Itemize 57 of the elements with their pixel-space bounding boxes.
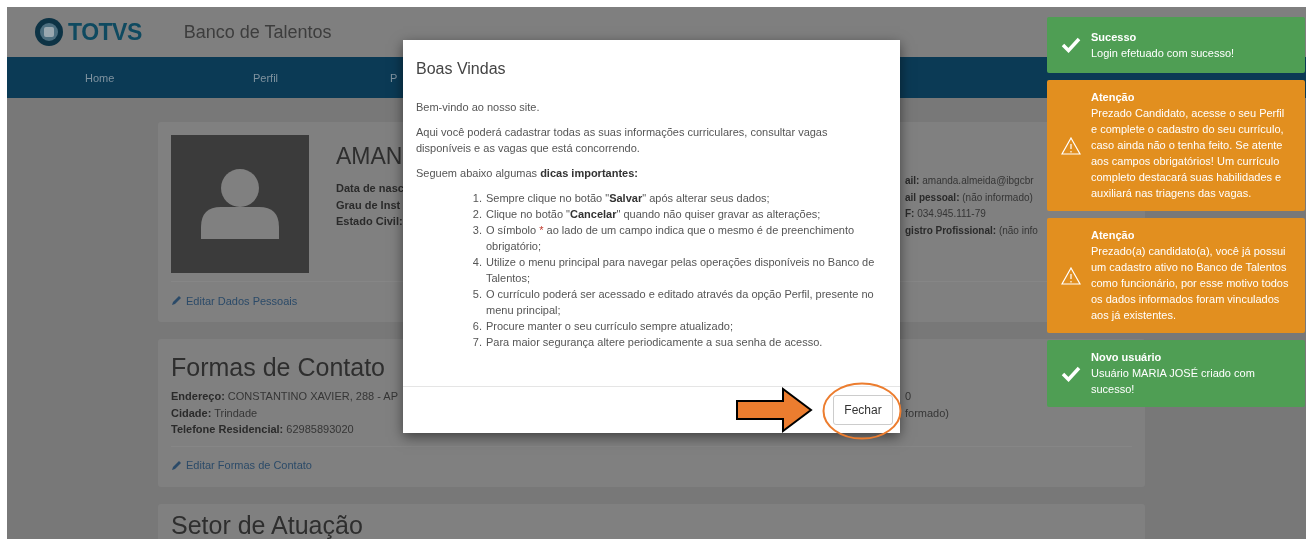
list-number: 5. xyxy=(471,287,482,302)
tip-text: O currículo poderá ser acessado e editado através da opção Perfil, presente no menu principal; xyxy=(486,287,875,318)
profile-name: AMAN xyxy=(336,142,403,171)
pencil-icon xyxy=(171,459,182,471)
info-line: ail: amanda.almeida@ibgcbr xyxy=(905,174,1035,188)
info-line: Telefone Residencial: 62985893020 xyxy=(171,422,355,437)
info-line: ail pessoal: (não informado) xyxy=(905,190,1034,205)
nav-item[interactable]: P xyxy=(390,71,398,84)
info-line: Cidade: Trindade xyxy=(171,405,259,421)
dialog-title: Boas Vindas xyxy=(415,59,507,79)
globe-logo-icon xyxy=(34,17,64,47)
toast-message: Usuário MARIA JOSÉ criado com sucesso! xyxy=(1091,366,1256,397)
pencil-icon xyxy=(171,295,182,306)
logo-text: TOTVS xyxy=(68,18,142,46)
tip-text: Clique no botão "Cancelar" quando não quiser gravar as alterações; xyxy=(486,207,822,222)
section-title: Setor de Atuação xyxy=(171,509,364,539)
section-title: Formas de Contato xyxy=(171,352,386,382)
toast-title: Novo usuário xyxy=(1091,350,1163,365)
edit-link[interactable]: Editar Formas de Contato xyxy=(171,459,312,471)
check-icon xyxy=(1061,365,1081,382)
info-line: Endereço: CONSTANTINO XAVIER, 288 - AP xyxy=(171,389,399,404)
person-silhouette-icon xyxy=(201,169,279,239)
toast-title: Atenção xyxy=(1091,228,1136,243)
info-line: F: 034.945.111-79 xyxy=(905,207,987,221)
list-number: 2. xyxy=(471,207,482,222)
toast-message: Login efetuado com sucesso! xyxy=(1091,45,1236,61)
tip-text: Sempre clique no botão "Salvar" após alterar seus dados; xyxy=(486,191,771,206)
tip-text: Para maior segurança altere periodicamente a sua senha de acesso. xyxy=(486,335,824,350)
toast-title: Sucesso xyxy=(1091,29,1138,45)
tip-text: O símbolo * ao lado de um campo indica que o mesmo é de preenchimento obrigatório; xyxy=(486,223,856,254)
dialog-paragraph: Seguem abaixo algumas dicas importantes: xyxy=(416,166,639,181)
list-number: 3. xyxy=(471,223,482,238)
tip-text: Procure manter o seu currículo sempre atualizado; xyxy=(486,319,734,334)
close-button[interactable]: Fechar xyxy=(833,395,893,425)
tip-text: Utilize o menu principal para navegar pelas operações disponíveis no Banco de Talentos; xyxy=(486,255,876,286)
info-line: 0 xyxy=(905,389,913,404)
check-icon xyxy=(1061,37,1081,53)
info-line: Data de nasc xyxy=(336,181,403,196)
info-line: Estado Civil: xyxy=(336,214,403,229)
info-line: formado) xyxy=(905,405,951,421)
list-number: 1. xyxy=(471,191,482,206)
dialog-paragraph: Bem-vindo ao nosso site. xyxy=(416,100,541,115)
info-line: Grau de Inst xyxy=(336,197,402,213)
toast-message: Prezado(a) candidato(a), você já possui um cadastro ativo no Banco de Talentos como funcionário, por esse motivo todos os dados informados foram vinculados aos já existentes. xyxy=(1091,244,1290,323)
dialog-paragraph: Aqui você poderá cadastrar todas as suas informações curriculares, consultar vagas disponíveis e as vagas que está concorrendo. xyxy=(416,125,829,156)
toast-message: Prezado Candidato, acesse o seu Perfil e complete o cadastro do seu currículo, caso ainda não o tenha feito. Se atente aos campos obrigatórios! Um currículo completo destacará suas habilidades e auxiliará nas triagens das vagas. xyxy=(1091,106,1286,201)
nav-item[interactable]: Perfil xyxy=(253,71,279,84)
warning-icon xyxy=(1061,136,1081,155)
list-number: 6. xyxy=(471,319,482,334)
list-number: 7. xyxy=(471,335,482,350)
nav-item[interactable]: Home xyxy=(85,71,115,84)
edit-link[interactable]: Editar Dados Pessoais xyxy=(171,294,298,307)
info-line: gistro Profissional: (não info xyxy=(905,223,1039,238)
warning-icon xyxy=(1061,266,1081,285)
list-number: 4. xyxy=(471,255,482,270)
toast-title: Atenção xyxy=(1091,90,1136,105)
site-title: Banco de Talentos xyxy=(183,21,332,43)
